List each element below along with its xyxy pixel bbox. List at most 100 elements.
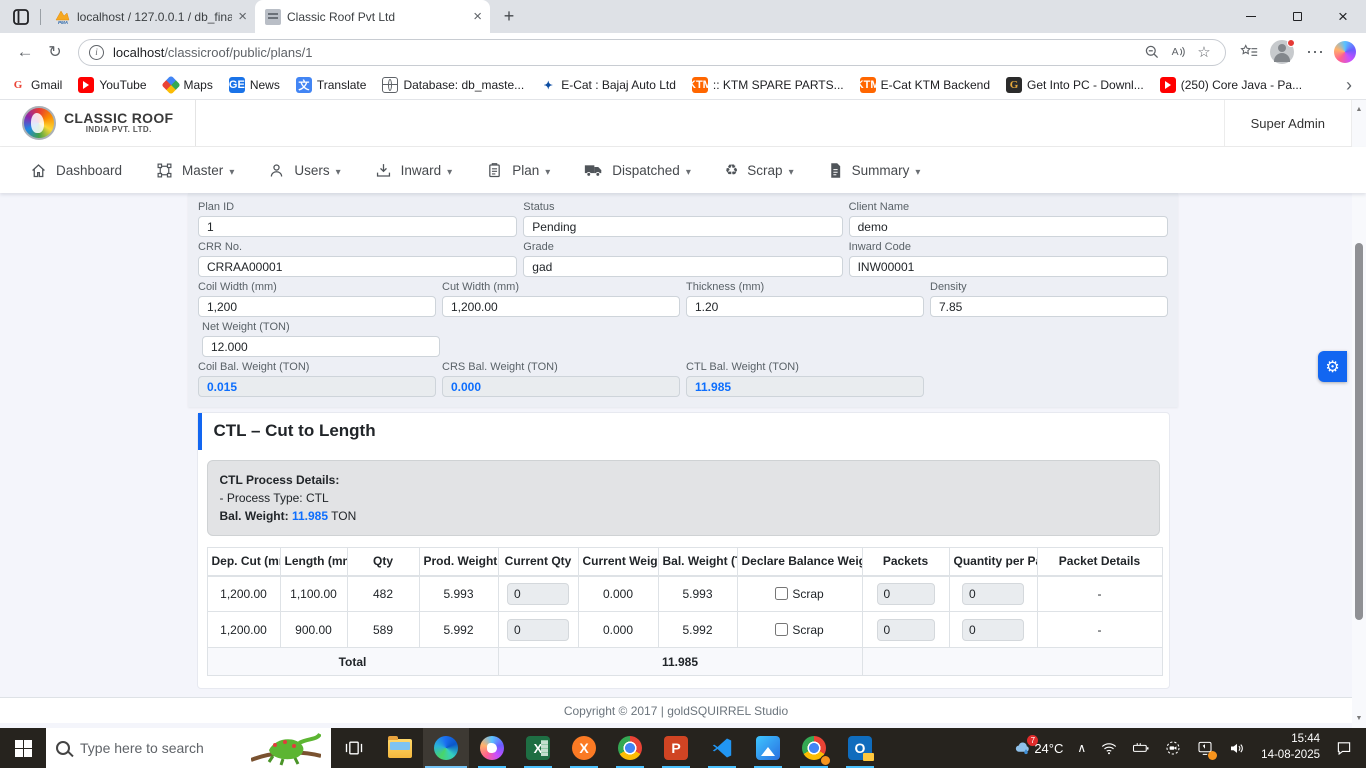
- settings-fab[interactable]: [1318, 351, 1347, 382]
- scroll-up-arrow-icon[interactable]: [1352, 102, 1366, 117]
- coil-width-field[interactable]: [198, 296, 436, 317]
- grade-field[interactable]: [523, 256, 843, 277]
- vscode-icon: [710, 736, 734, 760]
- current-qty-input[interactable]: [507, 582, 569, 605]
- client-name-field[interactable]: [848, 216, 1168, 237]
- bookmark-translate[interactable]: 文 Translate: [295, 77, 366, 93]
- zoom-out-icon[interactable]: [1139, 39, 1165, 65]
- taskbar-chrome-profile[interactable]: [791, 728, 837, 768]
- classic-roof-logo: [22, 106, 56, 140]
- taskbar-edge[interactable]: [423, 728, 469, 768]
- restore-button[interactable]: [1274, 0, 1320, 33]
- bookmark-bajaj[interactable]: ✦ E-Cat : Bajaj Auto Ltd: [540, 77, 676, 93]
- bookmark-gmail[interactable]: G Gmail: [10, 77, 63, 93]
- nav-dispatched[interactable]: Dispatched: [584, 162, 691, 179]
- bookmark-news[interactable]: GE News: [228, 77, 280, 93]
- nav-inward[interactable]: Inward: [375, 162, 453, 179]
- field-label: Cut Width (mm): [442, 281, 519, 293]
- packet-details-cell: -: [1036, 611, 1163, 648]
- bookmark-youtube[interactable]: YouTube: [78, 77, 147, 93]
- close-window-button[interactable]: [1320, 0, 1366, 33]
- taskbar-file-explorer[interactable]: [377, 728, 423, 768]
- nav-summary[interactable]: Summary: [828, 162, 921, 179]
- vertical-scrollbar[interactable]: [1352, 100, 1366, 728]
- back-button[interactable]: [10, 37, 40, 67]
- chevron-down-icon: [441, 163, 452, 178]
- packets-input[interactable]: [876, 618, 935, 641]
- qty-per-packet-input[interactable]: [962, 618, 1024, 641]
- taskbar-copilot[interactable]: [469, 728, 515, 768]
- scroll-down-arrow-icon[interactable]: [1352, 711, 1366, 726]
- read-aloud-icon[interactable]: A: [1165, 39, 1191, 65]
- profile-avatar[interactable]: [1270, 39, 1295, 64]
- nav-master[interactable]: Master: [156, 162, 234, 179]
- qty-per-packet-input[interactable]: [962, 582, 1024, 605]
- taskbar-clock[interactable]: 15:44 14-08-2025: [1253, 732, 1328, 763]
- ctl-process-details-box: CTL Process Details: - Process Type: CTL…: [206, 460, 1160, 536]
- more-menu-icon[interactable]: [1300, 37, 1330, 67]
- scrap-checkbox[interactable]: [775, 622, 789, 636]
- address-bar[interactable]: localhost/classicroof/public/plans/1 A: [78, 38, 1226, 66]
- crr-no-field[interactable]: [198, 256, 518, 277]
- bookmark-maps[interactable]: Maps: [160, 75, 213, 95]
- brand-logo-block[interactable]: CLASSIC ROOF INDIA PVT. LTD.: [0, 100, 196, 146]
- battery-indicator[interactable]: [1125, 728, 1157, 768]
- taskbar-powerpoint[interactable]: [653, 728, 699, 768]
- tab-actions-menu-button[interactable]: [6, 3, 36, 31]
- taskbar-excel[interactable]: [515, 728, 561, 768]
- taskbar-search-box[interactable]: Type here to search: [46, 728, 331, 768]
- field-label: Plan ID: [198, 201, 235, 213]
- volume-control[interactable]: [1221, 728, 1253, 768]
- favorites-bar-icon[interactable]: [1234, 37, 1264, 67]
- phone-link[interactable]: [1189, 728, 1221, 768]
- bookmarks-overflow-chevron[interactable]: [1346, 75, 1352, 96]
- inward-code-field[interactable]: [848, 256, 1168, 277]
- table-header-row: Dep. Cut (mm Length (mm) Qty Prod. Weigh…: [206, 547, 1163, 577]
- start-button[interactable]: [0, 728, 46, 768]
- close-tab-icon[interactable]: [473, 9, 482, 24]
- taskbar-chrome[interactable]: [607, 728, 653, 768]
- taskbar-vscode[interactable]: [699, 728, 745, 768]
- wifi-indicator[interactable]: [1093, 728, 1125, 768]
- new-tab-button[interactable]: [496, 3, 522, 29]
- thickness-field[interactable]: [686, 296, 924, 317]
- meet-now[interactable]: [1157, 728, 1189, 768]
- action-center[interactable]: [1328, 728, 1360, 768]
- net-weight-field[interactable]: [202, 336, 440, 357]
- task-view-button[interactable]: [331, 728, 377, 768]
- favorite-star-icon[interactable]: [1191, 39, 1217, 65]
- weather-widget[interactable]: 7 24°C: [1007, 728, 1070, 768]
- user-menu[interactable]: Super Admin: [1223, 100, 1352, 146]
- close-tab-icon[interactable]: [238, 9, 247, 24]
- site-info-icon[interactable]: [89, 44, 104, 60]
- taskbar-outlook[interactable]: [837, 728, 883, 768]
- copilot-icon[interactable]: [1334, 41, 1356, 63]
- cut-width-field[interactable]: [442, 296, 680, 317]
- tab-phpmyadmin[interactable]: PMA localhost / 127.0.0.1 / db_final_cla: [45, 0, 255, 33]
- bookmark-database[interactable]: Database: db_maste...: [382, 77, 524, 93]
- tab-classic-roof[interactable]: Classic Roof Pvt Ltd: [255, 0, 490, 33]
- vector-square-icon: [157, 163, 172, 177]
- scrap-checkbox[interactable]: [775, 586, 789, 600]
- taskbar-xampp[interactable]: [561, 728, 607, 768]
- minimize-button[interactable]: [1228, 0, 1274, 33]
- current-qty-input[interactable]: [507, 618, 569, 641]
- bookmark-ktm-backend[interactable]: KTM E-Cat KTM Backend: [856, 77, 990, 93]
- bookmark-core-java[interactable]: (250) Core Java - Pa...: [1159, 77, 1302, 93]
- bookmark-getintopc[interactable]: G Get Into PC - Downl...: [1006, 77, 1144, 93]
- scrollbar-thumb[interactable]: [1355, 243, 1363, 620]
- nav-users[interactable]: Users: [268, 162, 340, 179]
- status-field[interactable]: [523, 216, 843, 237]
- nav-dashboard[interactable]: Dashboard: [30, 162, 122, 179]
- url-text[interactable]: localhost/classicroof/public/plans/1: [113, 45, 1139, 60]
- nav-scrap[interactable]: ♻ Scrap: [725, 163, 794, 178]
- bookmark-ktm-spare[interactable]: KTM:: KTM SPARE PARTS...: [688, 77, 844, 93]
- plan-id-field[interactable]: [198, 216, 518, 237]
- tray-chevron-icon[interactable]: [1070, 728, 1093, 768]
- density-field[interactable]: [930, 296, 1168, 317]
- packets-input[interactable]: [876, 582, 935, 605]
- nav-plan[interactable]: Plan: [486, 162, 550, 179]
- refresh-button[interactable]: [40, 37, 70, 67]
- taskbar-photos[interactable]: [745, 728, 791, 768]
- gecko-image: [251, 732, 321, 766]
